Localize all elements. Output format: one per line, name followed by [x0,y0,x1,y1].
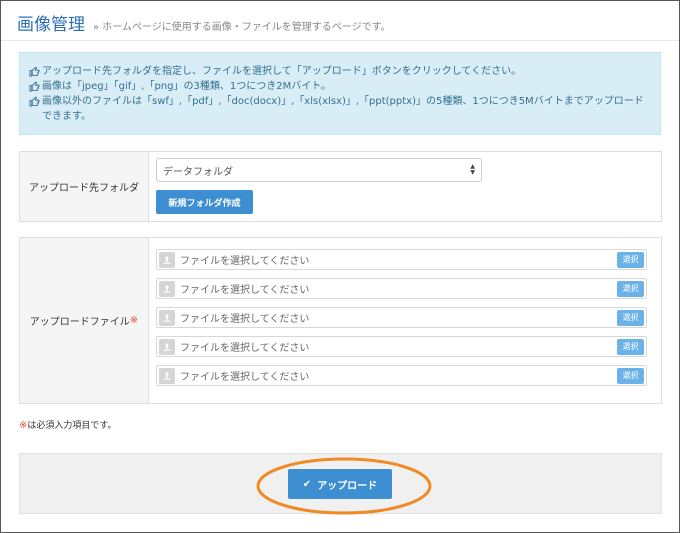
file-input-row-5[interactable]: ファイルを選択してください 選択 [156,365,647,386]
file-input-placeholder: ファイルを選択してください [180,256,310,267]
new-folder-button[interactable]: 新規フォルダ作成 [156,190,253,214]
page-description: » ホームページに使用する画像・ファイルを管理するページです。 [93,22,391,33]
info-text-instructions: アップロード先フォルダを指定し、ファイルを選択して「アップロード」ボタンをクリッ… [42,66,522,77]
folder-controls: データフォルダ ▲ ▼ 新規フォルダ作成 [149,152,661,221]
select-arrows-icon: ▲ ▼ [470,163,475,176]
file-input-placeholder: ファイルを選択してください [180,285,310,296]
pointing-hand-icon [29,96,40,107]
header-divider [1,40,679,41]
required-note-text: は必須入力項目です。 [27,421,117,431]
info-line: 画像以外のファイルは「swf」,「pdf」,「doc(docx)」,「xls(x… [29,94,651,124]
file-select-button[interactable]: 選択 [617,280,644,297]
file-input-row-4[interactable]: ファイルを選択してください 選択 [156,336,647,357]
file-input-row-1[interactable]: ファイルを選択してください 選択 [156,249,647,270]
file-select-button[interactable]: 選択 [617,338,644,355]
file-inputs: ファイルを選択してください 選択 ファイルを選択してください 選択 ファイルを選… [149,238,661,403]
file-input-placeholder: ファイルを選択してください [180,372,310,383]
upload-icon [159,367,175,384]
info-box: アップロード先フォルダを指定し、ファイルを選択して「アップロード」ボタンをクリッ… [19,52,661,135]
folder-label: アップロード先フォルダ [20,152,149,221]
folder-form-row: アップロード先フォルダ データフォルダ ▲ ▼ 新規フォルダ作成 [19,151,662,222]
files-label: アップロードファイル ※ [20,238,149,403]
upload-icon [159,309,175,326]
files-form-row: アップロードファイル ※ ファイルを選択してください 選択 ファイルを選択してくだ… [19,237,662,404]
file-select-button[interactable]: 選択 [617,309,644,326]
check-icon: ✔ [302,478,312,490]
file-input-row-3[interactable]: ファイルを選択してください 選択 [156,307,647,328]
file-input-placeholder: ファイルを選択してください [180,314,310,325]
file-select-button[interactable]: 選択 [617,251,644,268]
info-line: 画像は「jpeg」「gif」,「png」の3種類、1つにつき2Mバイト。 [29,79,651,94]
upload-button-label: アップロード [317,480,378,492]
pointing-hand-icon [29,66,40,77]
page-title: 画像管理 [17,15,85,35]
page-header: 画像管理 » ホームページに使用する画像・ファイルを管理するページです。 [17,10,663,38]
required-note: ※は必須入力項目です。 [19,418,117,431]
file-input-row-2[interactable]: ファイルを選択してください 選択 [156,278,647,299]
pointing-hand-icon [29,81,40,92]
file-select-button[interactable]: 選択 [617,367,644,384]
info-text-file-types: 画像以外のファイルは「swf」,「pdf」,「doc(docx)」,「xls(x… [42,96,644,122]
info-line: アップロード先フォルダを指定し、ファイルを選択して「アップロード」ボタンをクリッ… [29,64,651,79]
upload-icon [159,280,175,297]
info-text-image-types: 画像は「jpeg」「gif」,「png」の3種類、1つにつき2Mバイト。 [42,81,331,92]
upload-icon [159,338,175,355]
folder-select-value: データフォルダ [163,166,233,178]
upload-icon [159,251,175,268]
file-input-placeholder: ファイルを選択してください [180,343,310,354]
folder-label-text: アップロード先フォルダ [29,183,139,194]
files-label-text: アップロードファイル [29,317,130,328]
required-mark: ※ [129,315,139,326]
folder-select[interactable]: データフォルダ ▲ ▼ [156,158,482,182]
upload-button[interactable]: ✔ アップロード [288,469,392,499]
